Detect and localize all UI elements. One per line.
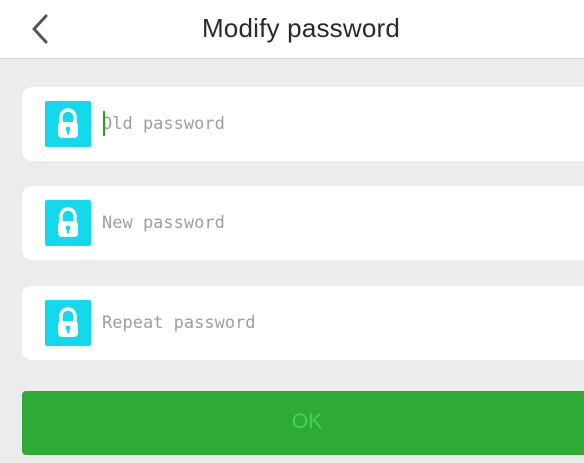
text-cursor xyxy=(103,111,105,136)
new-password-input[interactable] xyxy=(102,206,572,240)
lock-icon xyxy=(45,101,91,147)
lock-icon xyxy=(45,200,91,246)
lock-icon xyxy=(45,300,91,346)
repeat-password-input[interactable] xyxy=(102,306,572,340)
ok-button[interactable]: OK xyxy=(22,391,584,455)
header-bar: Modify password xyxy=(0,0,584,59)
old-password-input[interactable] xyxy=(102,107,572,141)
old-password-field[interactable] xyxy=(22,87,584,161)
page-title: Modify password xyxy=(201,13,401,43)
new-password-field[interactable] xyxy=(22,186,584,260)
repeat-password-field[interactable] xyxy=(22,286,584,360)
